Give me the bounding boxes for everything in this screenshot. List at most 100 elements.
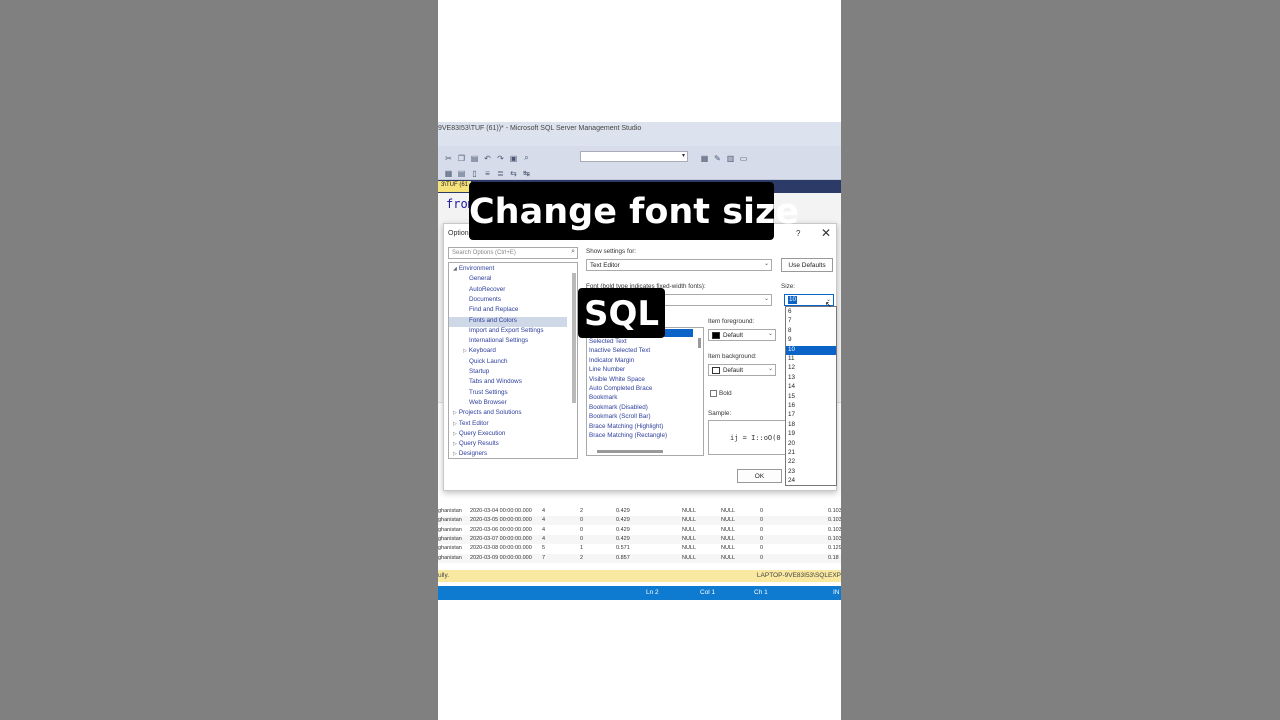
table-row[interactable]: ghanistan 2020-03-04 00:00:00.000 4 2 0.429 N… (438, 507, 841, 516)
use-defaults-button[interactable]: Use Defaults (781, 258, 833, 272)
expand-icon[interactable]: ▷ (463, 348, 467, 354)
expand-icon[interactable]: ▷ (453, 421, 457, 427)
table-icon[interactable]: ▤ (457, 169, 466, 178)
options-tree[interactable]: ◢ Environment General AutoRecover Documents F… (448, 262, 578, 459)
properties-icon[interactable]: ▦ (700, 154, 709, 163)
list-item[interactable]: Auto Completed Brace (589, 385, 652, 394)
close-icon[interactable]: ✕ (821, 226, 831, 240)
item-foreground-select[interactable]: Default ⌄ (708, 329, 776, 341)
list-item[interactable]: Selected Text (589, 338, 627, 347)
tree-item[interactable]: AutoRecover (469, 286, 505, 296)
window-icon[interactable]: ▣ (509, 154, 518, 163)
tree-item[interactable]: General (469, 275, 491, 285)
tree-item[interactable]: ▷ Designers (453, 450, 487, 458)
size-option[interactable]: 14 (786, 383, 836, 392)
file-icon[interactable]: ▯ (470, 169, 479, 178)
table-row[interactable]: ghanistan 2020-03-06 00:00:00.000 4 0 0.429 N… (438, 526, 841, 535)
tree-item[interactable]: International Settings (469, 337, 528, 347)
tree-item[interactable]: Fonts and Colors (449, 316, 567, 327)
show-settings-select[interactable]: Text Editor ⌄ (586, 259, 772, 271)
list-item[interactable]: Bookmark (Scroll Bar) (589, 413, 651, 422)
tree-item[interactable]: ▷ Projects and Solutions (453, 409, 522, 419)
toolbox-icon[interactable]: ▥ (726, 154, 735, 163)
list-item[interactable]: Brace Matching (Rectangle) (589, 432, 667, 441)
size-option[interactable]: 24 (786, 477, 836, 485)
redo-icon[interactable]: ↷ (496, 154, 505, 163)
tree-item[interactable]: Web Browser (469, 399, 507, 409)
size-option[interactable]: 20 (786, 440, 836, 449)
paste-icon[interactable]: ▤ (470, 154, 479, 163)
size-option[interactable]: 12 (786, 364, 836, 373)
undo-icon[interactable]: ↶ (483, 154, 492, 163)
expand-icon[interactable]: ▷ (453, 451, 457, 457)
expand-icon[interactable]: ▷ (453, 410, 457, 416)
size-option[interactable]: 22 (786, 458, 836, 467)
list-scrollbar-thumb[interactable] (698, 338, 701, 348)
display-items-list[interactable]: Selected Text Inactive Selected Text Indic… (586, 327, 704, 456)
copy-icon[interactable]: ❐ (457, 154, 466, 163)
table-row[interactable]: ghanistan 2020-03-09 00:00:00.000 7 2 0.857 N… (438, 553, 841, 563)
wrench-icon[interactable]: ✎ (713, 154, 722, 163)
tree-item[interactable]: ▷ Query Results (453, 440, 499, 450)
size-option[interactable]: 13 (786, 374, 836, 383)
tree-item[interactable]: Trust Settings (469, 389, 508, 399)
size-option[interactable]: 6 (786, 308, 836, 317)
tree-item[interactable]: Tabs and Windows (469, 378, 522, 388)
editor-status-bar: Ln 2 Col 1 Ch 1 IN (438, 586, 841, 600)
table-row[interactable]: ghanistan 2020-03-07 00:00:00.000 4 0 0.429 N… (438, 534, 841, 544)
list-item[interactable]: Indicator Margin (589, 357, 634, 366)
toolbar-combo[interactable]: ▾ (580, 151, 688, 162)
document-tab[interactable]: 3\TUF (61 (438, 181, 472, 192)
table-row[interactable]: ghanistan 2020-03-05 00:00:00.000 4 0 0.429 N… (438, 516, 841, 526)
size-option[interactable]: 18 (786, 421, 836, 430)
comment-icon[interactable]: ⇆ (509, 169, 518, 178)
size-option[interactable]: 15 (786, 393, 836, 402)
search-options-input[interactable]: Search Options (Ctrl+E) ⌕ (448, 247, 578, 259)
size-option[interactable]: 21 (786, 449, 836, 458)
ok-button[interactable]: OK (737, 469, 782, 483)
size-option[interactable]: 8 (786, 327, 836, 336)
tree-item[interactable]: ▷ Keyboard (463, 347, 496, 357)
tree-item[interactable]: Documents (469, 296, 501, 306)
size-option[interactable]: 9 (786, 336, 836, 345)
bold-checkbox[interactable] (710, 390, 717, 397)
size-option[interactable]: 17 (786, 411, 836, 420)
size-option[interactable]: 11 (786, 355, 836, 364)
size-option[interactable]: 23 (786, 468, 836, 477)
list-item[interactable]: Visible White Space (589, 376, 645, 385)
bold-label: Bold (719, 390, 732, 397)
tree-item[interactable]: ▷ Query Execution (453, 430, 505, 440)
format-icon[interactable]: ↹ (522, 169, 531, 178)
tree-item[interactable]: Startup (469, 368, 489, 378)
size-dropdown-list[interactable]: 6 7 8 9 10 11 12 13 14 15 16 17 18 19 20 21 22 23 24 (785, 306, 837, 486)
expand-icon[interactable]: ▷ (453, 441, 457, 447)
collapse-icon[interactable]: ◢ (453, 266, 457, 272)
tree-item[interactable]: Quick Launch (469, 358, 508, 368)
table-cell: 0.18 (828, 554, 839, 561)
list-item[interactable]: Bookmark (Disabled) (589, 404, 648, 413)
table-row[interactable]: ghanistan 2020-03-08 00:00:00.000 5 1 0.571 N… (438, 544, 841, 553)
list-item[interactable]: Inactive Selected Text (589, 347, 650, 356)
indent-icon[interactable]: ≡ (483, 169, 492, 178)
outdent-icon[interactable]: ≣ (496, 169, 505, 178)
size-option[interactable]: 7 (786, 317, 836, 326)
item-background-select[interactable]: Default ⌄ (708, 364, 776, 376)
list-item[interactable]: Brace Matching (Highlight) (589, 423, 663, 432)
size-option[interactable]: 16 (786, 402, 836, 411)
tree-item[interactable]: Find and Replace (469, 306, 518, 316)
layout-icon[interactable]: ▭ (739, 154, 748, 163)
tree-scrollbar[interactable] (572, 273, 576, 403)
cut-icon[interactable]: ✂ (444, 154, 453, 163)
list-item[interactable]: Line Number (589, 366, 625, 375)
search-icon[interactable]: ⌕ (522, 153, 531, 163)
tree-item[interactable]: ◢ Environment (453, 265, 494, 275)
tree-item[interactable]: Import and Export Settings (469, 327, 544, 337)
list-item[interactable]: Bookmark (589, 394, 617, 403)
grid-icon[interactable]: ▦ (444, 169, 453, 178)
size-option[interactable]: 19 (786, 430, 836, 439)
tree-item[interactable]: ▷ Text Editor (453, 420, 489, 430)
list-horizontal-scrollbar[interactable] (597, 450, 663, 453)
expand-icon[interactable]: ▷ (453, 431, 457, 437)
size-option[interactable]: 10 (786, 345, 836, 355)
toolbar-row-1-right: ▦ ✎ ▥ ▭ (694, 151, 748, 165)
